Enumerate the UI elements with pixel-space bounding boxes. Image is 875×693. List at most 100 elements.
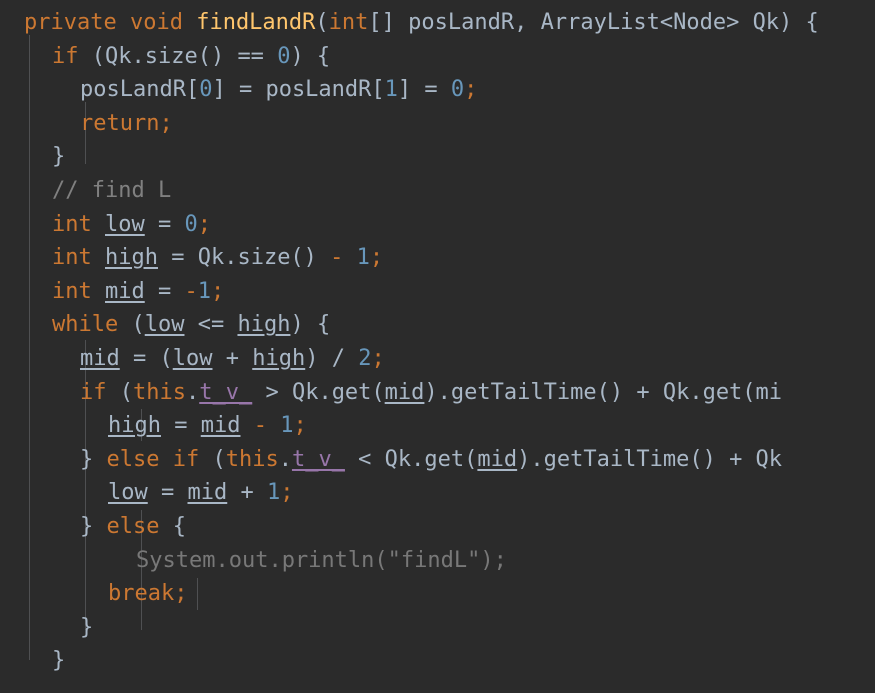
- code-token: []: [368, 10, 409, 35]
- code-token: 1: [384, 77, 398, 103]
- code-token: 0: [184, 211, 198, 237]
- code-token: high: [237, 312, 291, 338]
- code-line[interactable]: } else {: [0, 510, 875, 544]
- code-token: findLandR: [196, 10, 316, 35]
- code-token: ] =: [397, 77, 451, 103]
- code-token: (: [315, 10, 329, 35]
- code-token: 2: [358, 345, 372, 371]
- code-token: System.out.println("findL");: [136, 547, 507, 573]
- code-token: -: [184, 278, 198, 304]
- code-token: }: [80, 614, 94, 640]
- code-line[interactable]: if (this.t_v_ > Qk.get(mid).getTailTime(…: [0, 376, 875, 410]
- code-token: =: [144, 278, 185, 304]
- code-token: ;: [211, 278, 225, 304]
- code-line[interactable]: break;: [0, 577, 875, 611]
- code-token: ,: [514, 10, 541, 35]
- code-token: 1: [197, 278, 211, 304]
- code-token: int: [52, 278, 92, 304]
- code-token: 0: [277, 43, 291, 69]
- code-token: ;: [197, 211, 211, 237]
- code-token: mid: [477, 446, 518, 472]
- code-line[interactable]: int low = 0;: [0, 208, 875, 242]
- code-token: mid: [80, 345, 120, 371]
- code-token: posLandR: [408, 10, 515, 35]
- code-token: while: [52, 312, 119, 338]
- code-line[interactable]: System.out.println("findL");: [0, 544, 875, 578]
- code-line[interactable]: int mid = -1;: [0, 275, 875, 309]
- code-token: t_v_: [199, 379, 253, 405]
- code-token: int: [52, 211, 92, 237]
- code-line[interactable]: mid = (low + high) / 2;: [0, 342, 875, 376]
- code-token: =: [160, 413, 201, 439]
- code-token: .: [278, 446, 292, 472]
- code-token: }: [80, 513, 107, 539]
- code-token: 0: [199, 77, 213, 103]
- code-token: (: [118, 312, 145, 338]
- code-line[interactable]: while (low <= high) {: [0, 308, 875, 342]
- code-token: -: [253, 413, 267, 439]
- code-line[interactable]: }: [0, 611, 875, 645]
- code-token: ) {: [290, 312, 331, 338]
- code-token: 0: [450, 77, 465, 103]
- code-token: ;: [280, 480, 294, 506]
- code-token: }: [80, 446, 107, 472]
- code-token: posLandR[: [80, 77, 200, 103]
- code-token: break;: [108, 581, 188, 607]
- code-token: high: [108, 413, 161, 439]
- code-token: (Qk.size() ==: [78, 43, 278, 69]
- code-token: mid: [105, 278, 145, 304]
- code-token: (: [199, 446, 226, 472]
- code-editor[interactable]: private void findLandR(int[] posLandR, A…: [0, 0, 875, 693]
- code-line[interactable]: }: [0, 644, 875, 678]
- code-token: low: [144, 312, 185, 338]
- code-token: low: [172, 345, 213, 371]
- code-token: mid: [200, 413, 241, 439]
- code-line[interactable]: } else if (this.t_v_ < Qk.get(mid).getTa…: [0, 443, 875, 477]
- code-token: 1: [267, 480, 281, 506]
- code-token: private: [24, 10, 117, 35]
- code-token: 1: [280, 413, 294, 439]
- code-line[interactable]: low = mid + 1;: [0, 476, 875, 510]
- code-token: <=: [184, 312, 238, 338]
- code-line[interactable]: if (Qk.size() == 0) {: [0, 40, 875, 74]
- code-token: ) /: [305, 345, 359, 371]
- code-token: {: [159, 513, 186, 539]
- code-token: < Qk.get(: [344, 446, 478, 472]
- code-token: = (: [119, 345, 173, 371]
- code-line[interactable]: return;: [0, 107, 875, 141]
- code-token: +: [227, 480, 267, 506]
- code-token: else: [106, 513, 160, 539]
- code-token: ArrayList<Node> Qk) {: [540, 10, 819, 35]
- code-token: ;: [293, 413, 307, 439]
- code-token: low: [105, 211, 145, 237]
- code-token: high: [252, 345, 306, 371]
- code-line[interactable]: // find L: [0, 174, 875, 208]
- code-token: 1: [356, 245, 370, 271]
- code-token: =: [147, 480, 188, 506]
- code-content[interactable]: private void findLandR(int[] posLandR, A…: [0, 6, 875, 678]
- code-token: ;: [464, 77, 478, 103]
- code-token: if: [80, 379, 107, 405]
- code-line[interactable]: posLandR[0] = posLandR[1] = 0;: [0, 73, 875, 107]
- code-token: +: [212, 345, 253, 371]
- code-token: int: [328, 10, 369, 35]
- code-line[interactable]: high = mid - 1;: [0, 409, 875, 443]
- code-token: high: [105, 245, 158, 271]
- code-token: ;: [369, 245, 384, 271]
- code-token: ).getTailTime() + Qk: [517, 446, 783, 472]
- code-token: else if: [106, 446, 200, 472]
- code-token: = Qk.size(): [157, 245, 331, 271]
- code-token: ).getTailTime() + Qk.get(mi: [424, 379, 783, 405]
- code-token: return;: [80, 110, 173, 136]
- code-token: > Qk.get(: [252, 379, 385, 405]
- code-token: // find L: [52, 177, 172, 203]
- code-line[interactable]: }: [0, 140, 875, 174]
- code-line[interactable]: int high = Qk.size() - 1;: [0, 241, 875, 275]
- code-line[interactable]: private void findLandR(int[] posLandR, A…: [0, 6, 875, 40]
